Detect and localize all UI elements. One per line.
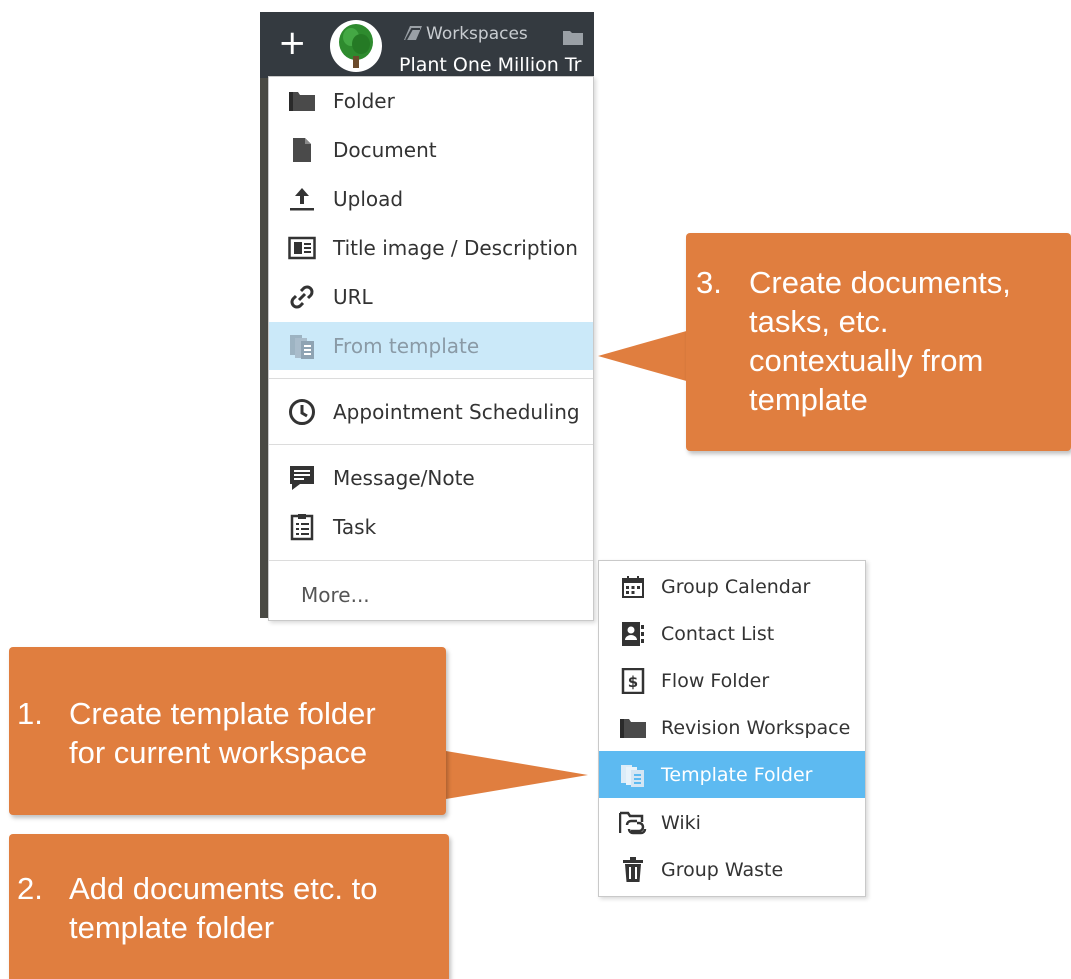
callout-line: template	[749, 382, 868, 417]
callout-2: 2. Add documents etc. to template folder	[9, 834, 449, 979]
callout-number: 2.	[17, 871, 43, 906]
callout-3-pointer	[598, 330, 690, 382]
callout-number: 3.	[696, 265, 722, 300]
callout-line: contextually from	[749, 343, 984, 378]
callout-number: 1.	[17, 696, 43, 731]
callout-pointers	[440, 330, 690, 800]
callout-line: Add documents etc. to	[69, 871, 378, 906]
callout-line: template folder	[69, 910, 275, 945]
callout-3: 3. Create documents, tasks, etc. context…	[686, 233, 1071, 451]
callout-line: tasks, etc.	[749, 304, 889, 339]
callout-1-pointer	[440, 750, 588, 800]
callout-line: Create documents,	[749, 265, 1011, 300]
callout-1: 1. Create template folder for current wo…	[9, 647, 446, 815]
callout-line: for current workspace	[69, 735, 368, 770]
callout-line: Create template folder	[69, 696, 376, 731]
